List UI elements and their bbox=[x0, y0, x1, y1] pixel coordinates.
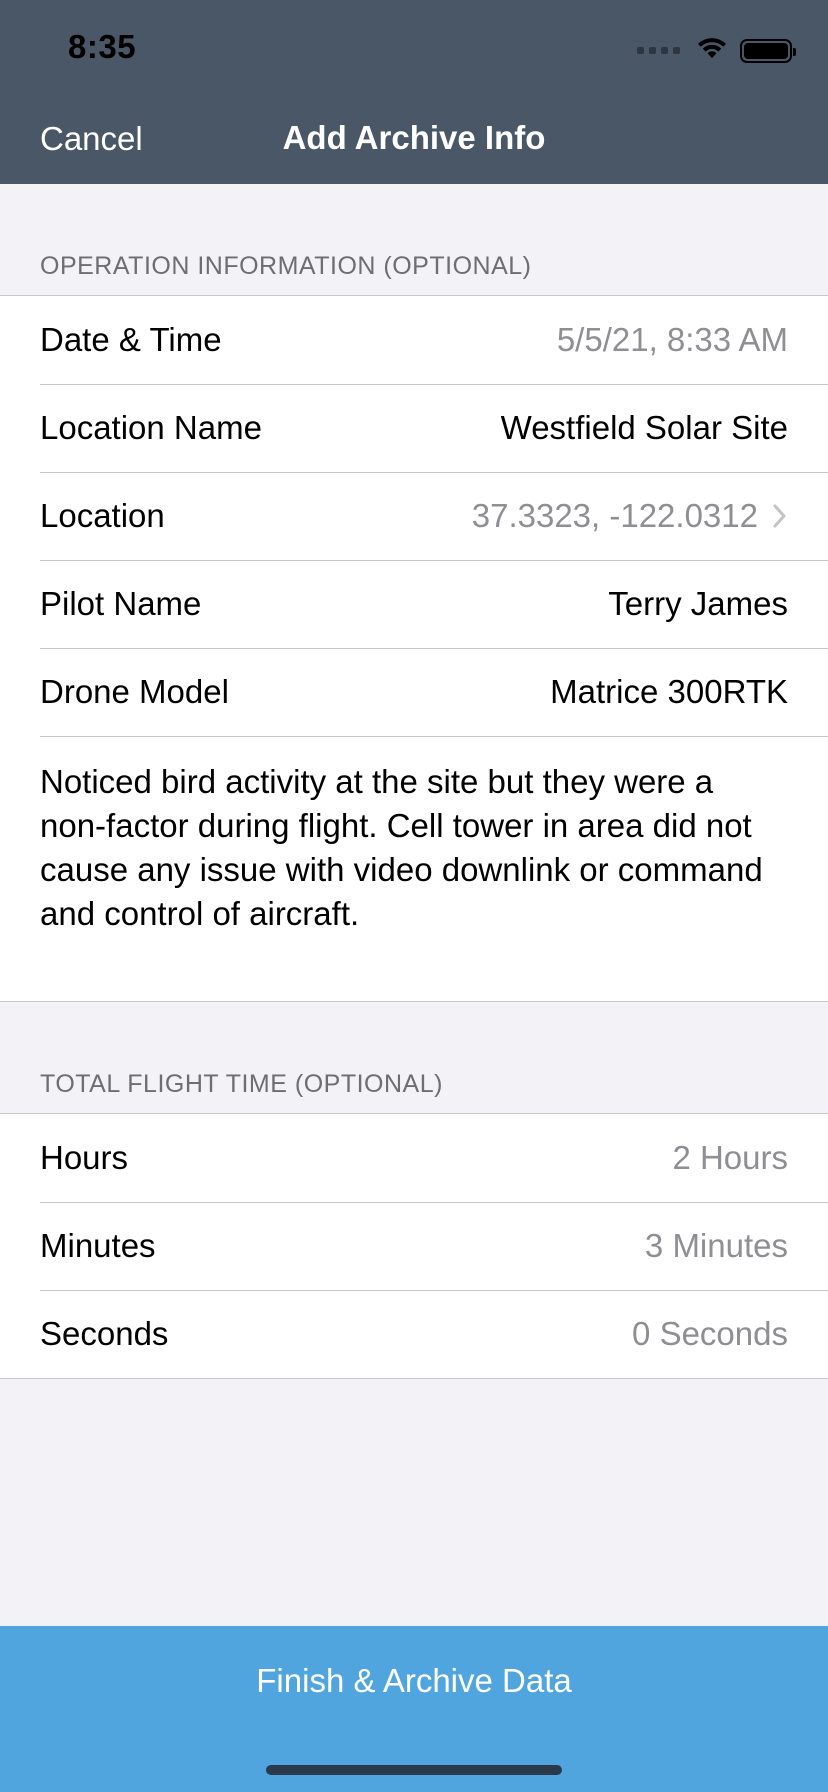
pilot-name-label: Pilot Name bbox=[40, 585, 202, 622]
date-time-label: Date & Time bbox=[40, 321, 222, 358]
minutes-row[interactable]: Minutes 3 Minutes bbox=[0, 1202, 828, 1290]
location-row[interactable]: Location 37.3323, -122.0312 bbox=[0, 472, 828, 560]
date-time-value[interactable]: 5/5/21, 8:33 AM bbox=[557, 321, 788, 359]
location-name-label: Location Name bbox=[40, 409, 262, 446]
seconds-label: Seconds bbox=[40, 1315, 169, 1352]
operation-info-group: Date & Time 5/5/21, 8:33 AM Location Nam… bbox=[0, 295, 828, 1002]
chevron-right-icon bbox=[772, 502, 788, 530]
date-time-row[interactable]: Date & Time 5/5/21, 8:33 AM bbox=[0, 296, 828, 384]
seconds-row[interactable]: Seconds 0 Seconds bbox=[0, 1290, 828, 1378]
drone-model-field[interactable]: Matrice 300RTK bbox=[550, 673, 788, 711]
location-name-row[interactable]: Location Name Westfield Solar Site bbox=[0, 384, 828, 472]
location-name-field[interactable]: Westfield Solar Site bbox=[501, 409, 788, 447]
drone-model-label: Drone Model bbox=[40, 673, 229, 710]
home-indicator bbox=[266, 1765, 562, 1775]
hours-label: Hours bbox=[40, 1139, 129, 1176]
cellular-signal-icon bbox=[637, 47, 680, 54]
location-coordinates-value: 37.3323, -122.0312 bbox=[471, 497, 758, 534]
seconds-value[interactable]: 0 Seconds bbox=[632, 1315, 788, 1353]
navigation-header: 8:35 Cancel Add Archive Info bbox=[0, 0, 828, 184]
notes-text-area[interactable]: Noticed bird activity at the site but th… bbox=[0, 736, 828, 1001]
drone-model-row[interactable]: Drone Model Matrice 300RTK bbox=[0, 648, 828, 736]
pilot-name-row[interactable]: Pilot Name Terry James bbox=[0, 560, 828, 648]
add-archive-info-screen: 8:35 Cancel Add Archive Info OPERATION I… bbox=[0, 0, 828, 1792]
status-bar-time: 8:35 bbox=[68, 28, 137, 65]
hours-row[interactable]: Hours 2 Hours bbox=[0, 1114, 828, 1202]
battery-icon bbox=[740, 38, 796, 63]
flight-time-group: Hours 2 Hours Minutes 3 Minutes Seconds … bbox=[0, 1113, 828, 1379]
wifi-icon bbox=[696, 36, 728, 65]
operation-info-section-header: OPERATION INFORMATION (OPTIONAL) bbox=[40, 252, 532, 280]
finish-archive-button-label[interactable]: Finish & Archive Data bbox=[0, 1662, 828, 1700]
flight-time-section-header: TOTAL FLIGHT TIME (OPTIONAL) bbox=[40, 1070, 443, 1098]
minutes-value[interactable]: 3 Minutes bbox=[645, 1227, 788, 1265]
hours-value[interactable]: 2 Hours bbox=[672, 1139, 788, 1177]
page-title: Add Archive Info bbox=[282, 119, 546, 156]
pilot-name-field[interactable]: Terry James bbox=[608, 585, 788, 623]
minutes-label: Minutes bbox=[40, 1227, 156, 1264]
location-label: Location bbox=[40, 497, 165, 534]
status-bar-icons bbox=[637, 36, 796, 65]
